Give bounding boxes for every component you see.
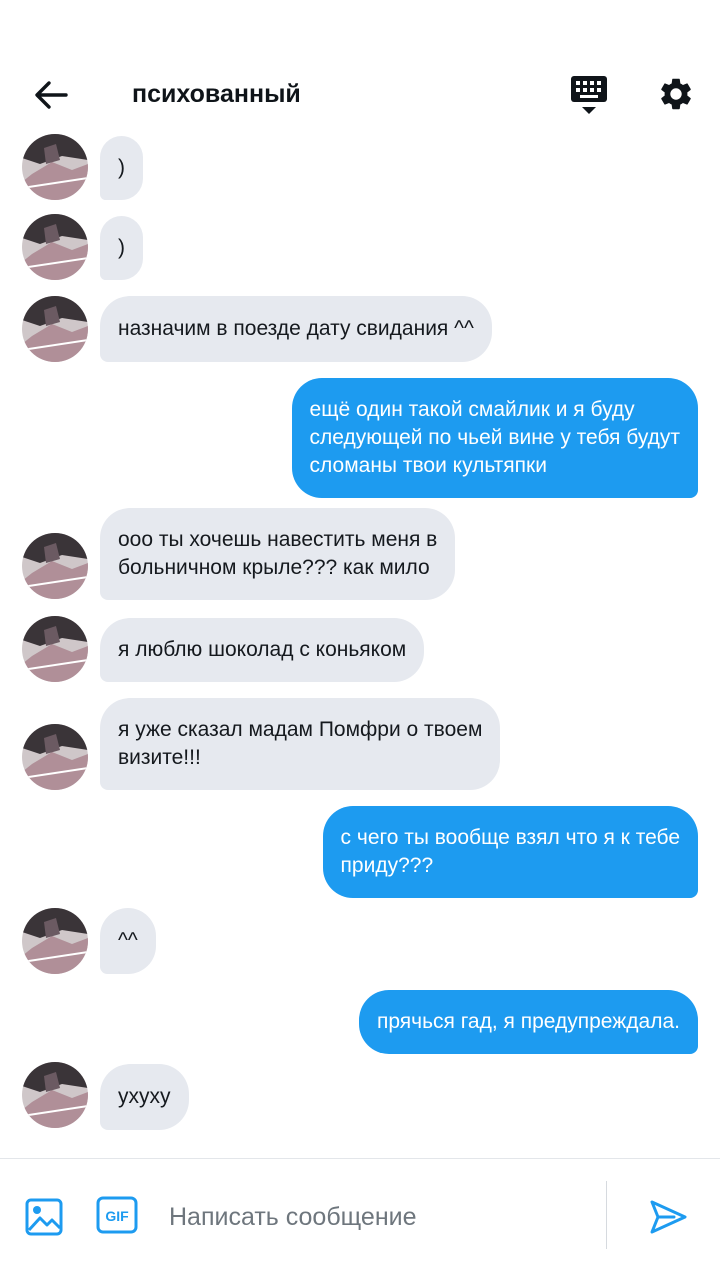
incoming-message[interactable]: ^^	[100, 908, 156, 974]
chat-header: психованный	[0, 0, 720, 128]
contact-avatar[interactable]	[22, 724, 88, 790]
keyboard-button[interactable]	[566, 72, 612, 118]
settings-button[interactable]	[652, 70, 700, 118]
contact-avatar[interactable]	[22, 908, 88, 974]
back-button[interactable]	[22, 72, 80, 118]
incoming-message[interactable]: назначим в поезде дату свидания ^^	[100, 296, 492, 362]
keyboard-icon	[571, 76, 607, 114]
gif-button[interactable]: GIF	[96, 1195, 138, 1235]
composer-divider	[606, 1181, 607, 1249]
conversation-title: психованный	[132, 80, 301, 108]
image-icon	[25, 1198, 63, 1236]
incoming-message[interactable]: ооо ты хочешь навестить меня в больнично…	[100, 508, 456, 600]
back-arrow-icon	[35, 81, 68, 109]
incoming-message[interactable]: я люблю шоколад с коньяком	[100, 618, 425, 682]
incoming-message[interactable]: ухуху	[100, 1064, 189, 1130]
gear-icon	[661, 78, 691, 110]
contact-avatar[interactable]	[22, 214, 88, 280]
contact-avatar[interactable]	[22, 616, 88, 682]
message-list[interactable]: ) ) назначим в поезде дату свидания ^^ е…	[0, 128, 720, 1158]
message-input[interactable]	[160, 1189, 590, 1245]
contact-avatar[interactable]	[22, 296, 88, 362]
contact-avatar[interactable]	[22, 533, 88, 599]
send-icon	[650, 1200, 687, 1234]
contact-avatar[interactable]	[22, 1062, 88, 1128]
contact-avatar[interactable]	[22, 134, 88, 200]
outgoing-message[interactable]: прячься гад, я предупреждала.	[358, 990, 698, 1054]
outgoing-message[interactable]: с чего ты вообще взял что я к тебе приду…	[322, 806, 698, 898]
gif-icon: GIF	[96, 1196, 138, 1234]
message-composer: GIF	[0, 1158, 720, 1280]
outgoing-message[interactable]: ещё один такой смайлик и я буду следующе…	[291, 378, 698, 498]
send-button[interactable]	[644, 1193, 692, 1241]
incoming-message[interactable]: )	[100, 216, 143, 280]
incoming-message[interactable]: )	[100, 136, 143, 200]
attach-image-button[interactable]	[22, 1195, 66, 1239]
incoming-message[interactable]: я уже сказал мадам Помфри о твоем визите…	[100, 698, 501, 790]
gif-label: GIF	[105, 1208, 129, 1224]
